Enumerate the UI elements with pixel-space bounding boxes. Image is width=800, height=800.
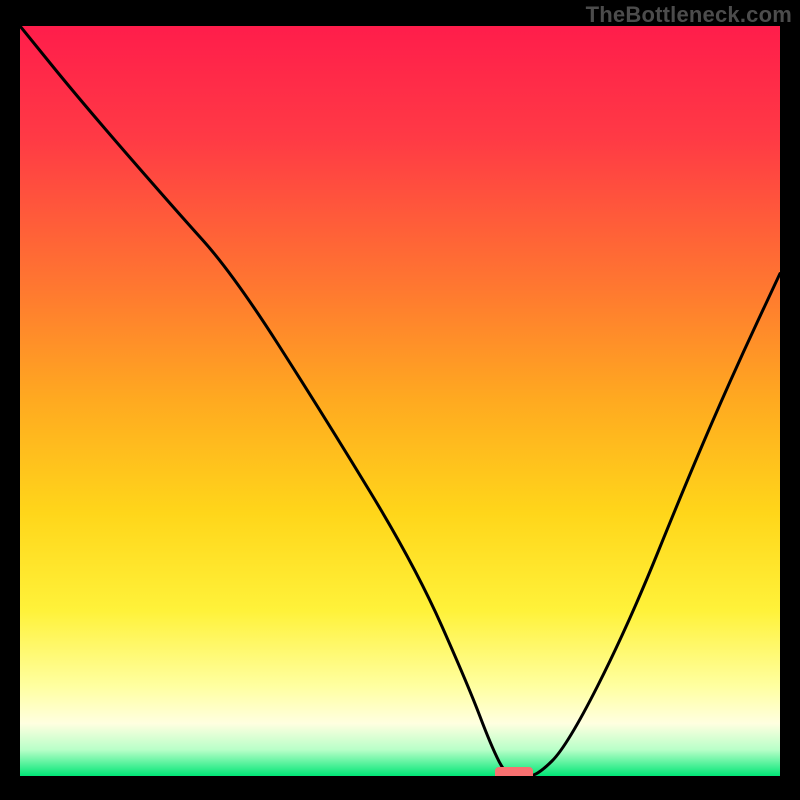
gradient-background: [20, 26, 780, 776]
optimal-marker: [495, 767, 533, 776]
watermark-text: TheBottleneck.com: [586, 2, 792, 28]
chart-svg: [20, 26, 780, 776]
chart-frame: TheBottleneck.com: [0, 0, 800, 800]
plot-area: [20, 26, 780, 776]
